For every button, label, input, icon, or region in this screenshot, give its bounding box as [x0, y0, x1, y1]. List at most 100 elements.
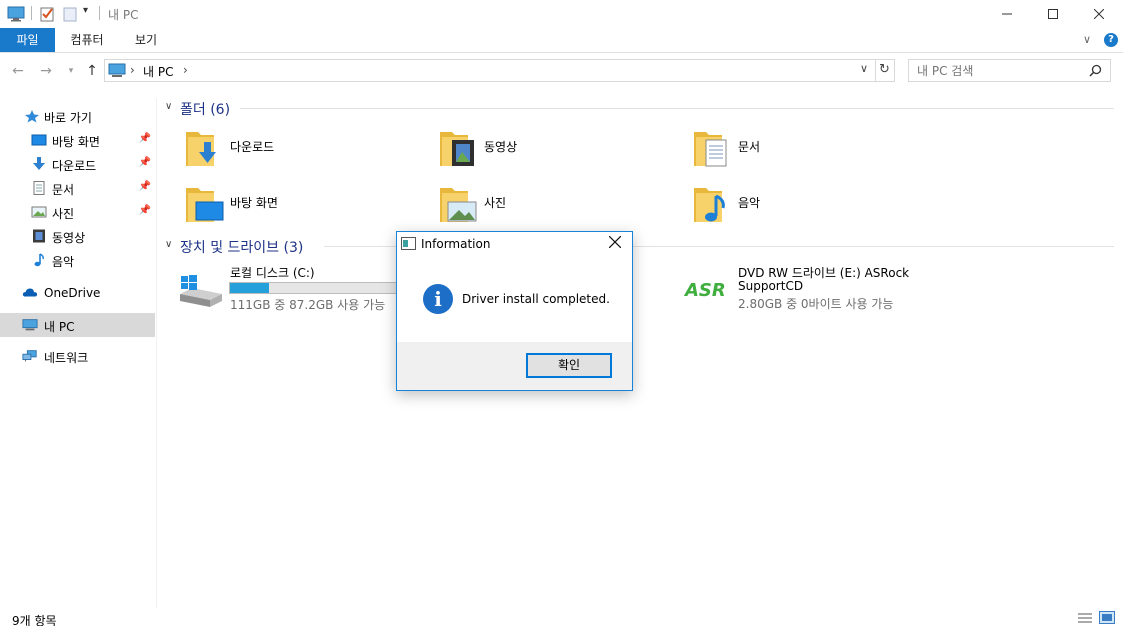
address-dropdown-icon[interactable]: ∨	[860, 62, 868, 75]
sidebar-item-documents[interactable]: 문서 📌	[0, 176, 155, 200]
status-bar: 9개 항목	[0, 608, 1123, 626]
sidebar-item-desktop[interactable]: 바탕 화면 📌	[0, 128, 155, 152]
search-input[interactable]	[917, 63, 1087, 79]
drive-item-local-disk[interactable]: 로컬 디스크 (C:) 111GB 중 87.2GB 사용 가능	[178, 262, 419, 312]
folder-item-desktop[interactable]: 바탕 화면	[184, 182, 414, 228]
maximize-button[interactable]	[1030, 0, 1076, 28]
sidebar-item-label: 내 PC	[44, 320, 75, 334]
drive-free-space: 2.80GB 중 0바이트 사용 가능	[738, 297, 894, 311]
pin-icon[interactable]: 📌	[139, 181, 151, 192]
drive-label: 로컬 디스크 (C:)	[230, 266, 315, 280]
drive-label-continued: SupportCD	[738, 279, 804, 293]
folder-item-music[interactable]: 음악	[692, 182, 922, 228]
pin-icon[interactable]: 📌	[139, 133, 151, 144]
minimize-icon	[1002, 13, 1012, 15]
dialog-close-button[interactable]	[606, 234, 624, 252]
properties-icon[interactable]	[39, 6, 55, 22]
drive-free-space: 111GB 중 87.2GB 사용 가능	[230, 298, 386, 312]
folder-label: 사진	[484, 196, 507, 210]
close-button[interactable]	[1076, 0, 1122, 28]
cloud-icon	[22, 288, 38, 297]
devices-group-header[interactable]: 장치 및 드라이브 (3)	[180, 237, 303, 257]
search-icon[interactable]	[1089, 64, 1102, 77]
new-folder-icon[interactable]	[62, 6, 78, 22]
folder-item-videos[interactable]: 동영상	[438, 126, 668, 172]
tab-file[interactable]: 파일	[0, 28, 55, 52]
expand-ribbon-icon[interactable]: ∨	[1083, 33, 1091, 46]
folder-item-documents[interactable]: 문서	[692, 126, 922, 172]
sidebar-item-label: 사진	[52, 207, 75, 221]
network-icon	[22, 350, 37, 362]
group-collapse-chevron-icon[interactable]: ∨	[165, 101, 172, 112]
drive-item-dvd[interactable]: ASR DVD RW 드라이브 (E:) ASRock SupportCD 2.…	[684, 262, 924, 312]
ok-button[interactable]: 확인	[526, 353, 612, 378]
application-icon	[401, 237, 416, 250]
desktop-icon	[31, 134, 47, 146]
sidebar-item-network[interactable]: 네트워크	[0, 344, 155, 368]
folder-item-pictures[interactable]: 사진	[438, 182, 668, 228]
folder-label: 바탕 화면	[230, 196, 278, 210]
sidebar-item-label: 다운로드	[52, 159, 97, 173]
recent-locations-icon[interactable]: ▾	[62, 62, 80, 80]
window-title: 내 PC	[108, 8, 139, 22]
sidebar-item-onedrive[interactable]: OneDrive	[0, 281, 155, 305]
title-bar: ▾ 내 PC	[0, 0, 1123, 28]
breadcrumb-chevron-icon[interactable]: ›	[130, 63, 135, 77]
maximize-icon	[1048, 9, 1058, 19]
pictures-folder-icon	[440, 188, 477, 222]
this-pc-icon[interactable]	[7, 6, 25, 22]
up-arrow-icon[interactable]: ↑	[83, 62, 101, 80]
drive-usage-bar	[229, 282, 419, 294]
tab-computer[interactable]: 컴퓨터	[62, 28, 112, 52]
pin-icon[interactable]: 📌	[139, 205, 151, 216]
sidebar-item-label: 바로 가기	[44, 111, 92, 125]
video-icon	[33, 229, 45, 243]
separator	[99, 6, 100, 20]
large-icons-view-icon[interactable]	[1099, 611, 1115, 624]
folder-label: 동영상	[484, 140, 518, 154]
asrock-logo-icon: ASR	[684, 280, 726, 300]
search-box[interactable]	[908, 59, 1111, 82]
group-collapse-chevron-icon[interactable]: ∨	[165, 239, 172, 250]
info-icon: i	[423, 284, 453, 314]
sidebar-item-music[interactable]: 음악	[0, 248, 155, 272]
pictures-icon	[31, 206, 47, 218]
breadcrumb-chevron-icon[interactable]: ›	[183, 63, 188, 77]
details-view-icon[interactable]	[1077, 612, 1093, 624]
folder-item-downloads[interactable]: 다운로드	[184, 126, 414, 172]
drive-usage-fill	[230, 283, 270, 293]
breadcrumb-location[interactable]: 내 PC	[143, 63, 173, 80]
close-icon	[608, 235, 622, 249]
download-icon	[33, 157, 45, 170]
sidebar-item-label: 바탕 화면	[52, 135, 100, 149]
refresh-icon[interactable]: ↻	[879, 62, 890, 77]
this-pc-icon	[108, 63, 126, 77]
forward-arrow-icon[interactable]: →	[37, 62, 55, 80]
this-pc-icon	[22, 319, 38, 331]
sidebar-item-videos[interactable]: 동영상	[0, 224, 155, 248]
folder-label: 다운로드	[230, 140, 275, 154]
minimize-button[interactable]	[984, 0, 1030, 28]
sidebar-item-quick-access[interactable]: 바로 가기	[0, 104, 155, 128]
sidebar-item-label: 동영상	[52, 231, 86, 245]
back-arrow-icon[interactable]: ←	[9, 62, 27, 80]
document-icon	[33, 181, 45, 195]
customize-quick-access-icon[interactable]: ▾	[83, 5, 88, 16]
sidebar-item-downloads[interactable]: 다운로드 📌	[0, 152, 155, 176]
sidebar-item-label: 음악	[52, 255, 75, 269]
separator	[875, 60, 876, 81]
item-count: 9개 항목	[12, 614, 57, 626]
help-icon[interactable]: ?	[1104, 33, 1118, 47]
video-folder-icon	[440, 132, 474, 166]
address-bar[interactable]: › 내 PC › ∨ ↻	[104, 59, 895, 82]
windows-drive-icon	[180, 275, 222, 307]
desktop-folder-icon	[186, 188, 224, 222]
pin-icon[interactable]: 📌	[139, 157, 151, 168]
sidebar-item-label: 문서	[52, 183, 75, 197]
sidebar-item-pictures[interactable]: 사진 📌	[0, 200, 155, 224]
sidebar-item-this-pc[interactable]: 내 PC	[0, 313, 155, 337]
tab-view[interactable]: 보기	[124, 28, 168, 52]
separator	[31, 6, 32, 20]
information-dialog: Information i Driver install completed. …	[396, 231, 633, 391]
folders-group-header[interactable]: 폴더 (6)	[180, 99, 230, 119]
